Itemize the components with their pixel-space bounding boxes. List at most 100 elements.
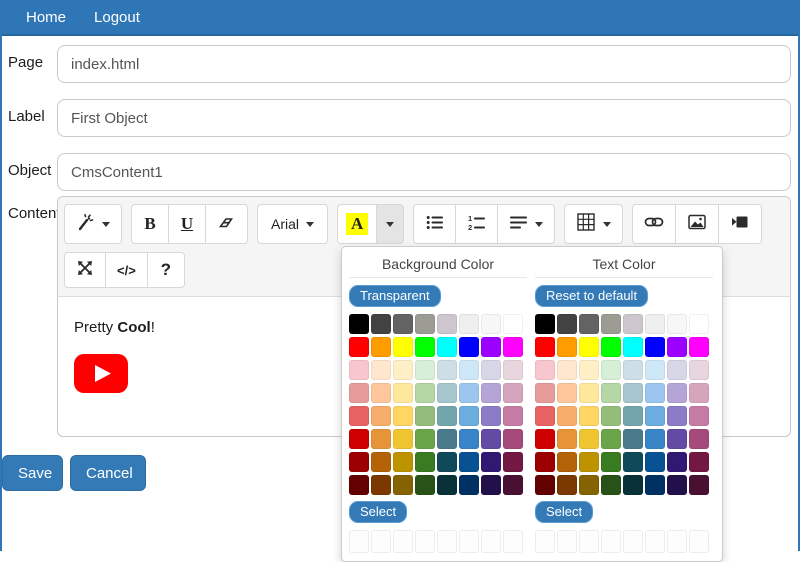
color-swatch[interactable]: [557, 429, 577, 449]
color-button[interactable]: A: [337, 204, 377, 244]
color-swatch[interactable]: [371, 475, 391, 495]
color-swatch[interactable]: [371, 360, 391, 380]
color-swatch[interactable]: [459, 406, 479, 426]
style-dropdown-button[interactable]: [64, 204, 122, 244]
codeview-button[interactable]: </>: [105, 252, 148, 288]
color-swatch[interactable]: [667, 383, 687, 403]
color-swatch[interactable]: [459, 360, 479, 380]
color-swatch[interactable]: [393, 360, 413, 380]
color-swatch[interactable]: [393, 337, 413, 357]
color-swatch[interactable]: [393, 314, 413, 334]
custom-color-slot[interactable]: [437, 530, 457, 553]
color-swatch[interactable]: [667, 429, 687, 449]
color-swatch[interactable]: [579, 383, 599, 403]
color-swatch[interactable]: [349, 314, 369, 334]
color-swatch[interactable]: [459, 383, 479, 403]
color-swatch[interactable]: [535, 383, 555, 403]
color-swatch[interactable]: [349, 337, 369, 357]
color-swatch[interactable]: [535, 475, 555, 495]
custom-color-slot[interactable]: [503, 530, 523, 553]
color-swatch[interactable]: [503, 383, 523, 403]
paragraph-button[interactable]: [497, 204, 555, 244]
page-input[interactable]: [57, 45, 791, 83]
color-swatch[interactable]: [349, 383, 369, 403]
color-swatch[interactable]: [393, 406, 413, 426]
color-swatch[interactable]: [689, 475, 709, 495]
color-swatch[interactable]: [557, 452, 577, 472]
help-button[interactable]: ?: [147, 252, 185, 288]
color-swatch[interactable]: [667, 360, 687, 380]
color-swatch[interactable]: [481, 360, 501, 380]
color-swatch[interactable]: [393, 383, 413, 403]
color-swatch[interactable]: [645, 383, 665, 403]
color-swatch[interactable]: [557, 337, 577, 357]
color-swatch[interactable]: [579, 337, 599, 357]
color-swatch[interactable]: [557, 360, 577, 380]
text-select-button[interactable]: Select: [535, 501, 593, 523]
color-swatch[interactable]: [535, 429, 555, 449]
color-swatch[interactable]: [393, 475, 413, 495]
color-swatch[interactable]: [459, 429, 479, 449]
color-swatch[interactable]: [415, 429, 435, 449]
custom-color-slot[interactable]: [371, 530, 391, 553]
unordered-list-button[interactable]: [413, 204, 456, 244]
color-swatch[interactable]: [481, 452, 501, 472]
color-swatch[interactable]: [481, 337, 501, 357]
color-swatch[interactable]: [415, 360, 435, 380]
color-swatch[interactable]: [437, 452, 457, 472]
clear-format-button[interactable]: [205, 204, 248, 244]
color-swatch[interactable]: [667, 406, 687, 426]
custom-color-slot[interactable]: [667, 530, 687, 553]
custom-color-slot[interactable]: [645, 530, 665, 553]
color-swatch[interactable]: [437, 360, 457, 380]
custom-color-slot[interactable]: [623, 530, 643, 553]
color-swatch[interactable]: [535, 452, 555, 472]
color-swatch[interactable]: [349, 360, 369, 380]
custom-color-slot[interactable]: [349, 530, 369, 553]
save-button[interactable]: Save: [2, 455, 63, 491]
color-swatch[interactable]: [437, 406, 457, 426]
color-swatch[interactable]: [645, 314, 665, 334]
color-swatch[interactable]: [459, 452, 479, 472]
fullscreen-button[interactable]: [64, 252, 106, 288]
color-swatch[interactable]: [645, 406, 665, 426]
color-swatch[interactable]: [535, 406, 555, 426]
color-swatch[interactable]: [481, 475, 501, 495]
custom-color-slot[interactable]: [601, 530, 621, 553]
color-swatch[interactable]: [623, 314, 643, 334]
color-swatch[interactable]: [437, 383, 457, 403]
color-swatch[interactable]: [459, 337, 479, 357]
color-swatch[interactable]: [645, 337, 665, 357]
color-swatch[interactable]: [645, 475, 665, 495]
transparent-button[interactable]: Transparent: [349, 285, 441, 307]
color-swatch[interactable]: [667, 337, 687, 357]
color-swatch[interactable]: [535, 314, 555, 334]
color-swatch[interactable]: [689, 360, 709, 380]
color-swatch[interactable]: [667, 314, 687, 334]
color-swatch[interactable]: [349, 406, 369, 426]
color-swatch[interactable]: [557, 383, 577, 403]
color-swatch[interactable]: [415, 406, 435, 426]
custom-color-slot[interactable]: [557, 530, 577, 553]
color-swatch[interactable]: [371, 314, 391, 334]
color-swatch[interactable]: [623, 383, 643, 403]
color-swatch[interactable]: [557, 314, 577, 334]
custom-color-slot[interactable]: [689, 530, 709, 553]
color-swatch[interactable]: [415, 337, 435, 357]
color-swatch[interactable]: [371, 452, 391, 472]
cancel-button[interactable]: Cancel: [70, 455, 146, 491]
color-swatch[interactable]: [481, 314, 501, 334]
nav-item-logout[interactable]: Logout: [80, 0, 154, 34]
color-swatch[interactable]: [481, 429, 501, 449]
color-swatch[interactable]: [623, 360, 643, 380]
color-swatch[interactable]: [601, 360, 621, 380]
color-swatch[interactable]: [601, 452, 621, 472]
color-swatch[interactable]: [503, 429, 523, 449]
color-swatch[interactable]: [689, 337, 709, 357]
color-swatch[interactable]: [623, 475, 643, 495]
youtube-icon[interactable]: [74, 354, 128, 398]
color-swatch[interactable]: [503, 360, 523, 380]
background-select-button[interactable]: Select: [349, 501, 407, 523]
nav-item-home[interactable]: Home: [12, 0, 80, 34]
color-swatch[interactable]: [349, 429, 369, 449]
